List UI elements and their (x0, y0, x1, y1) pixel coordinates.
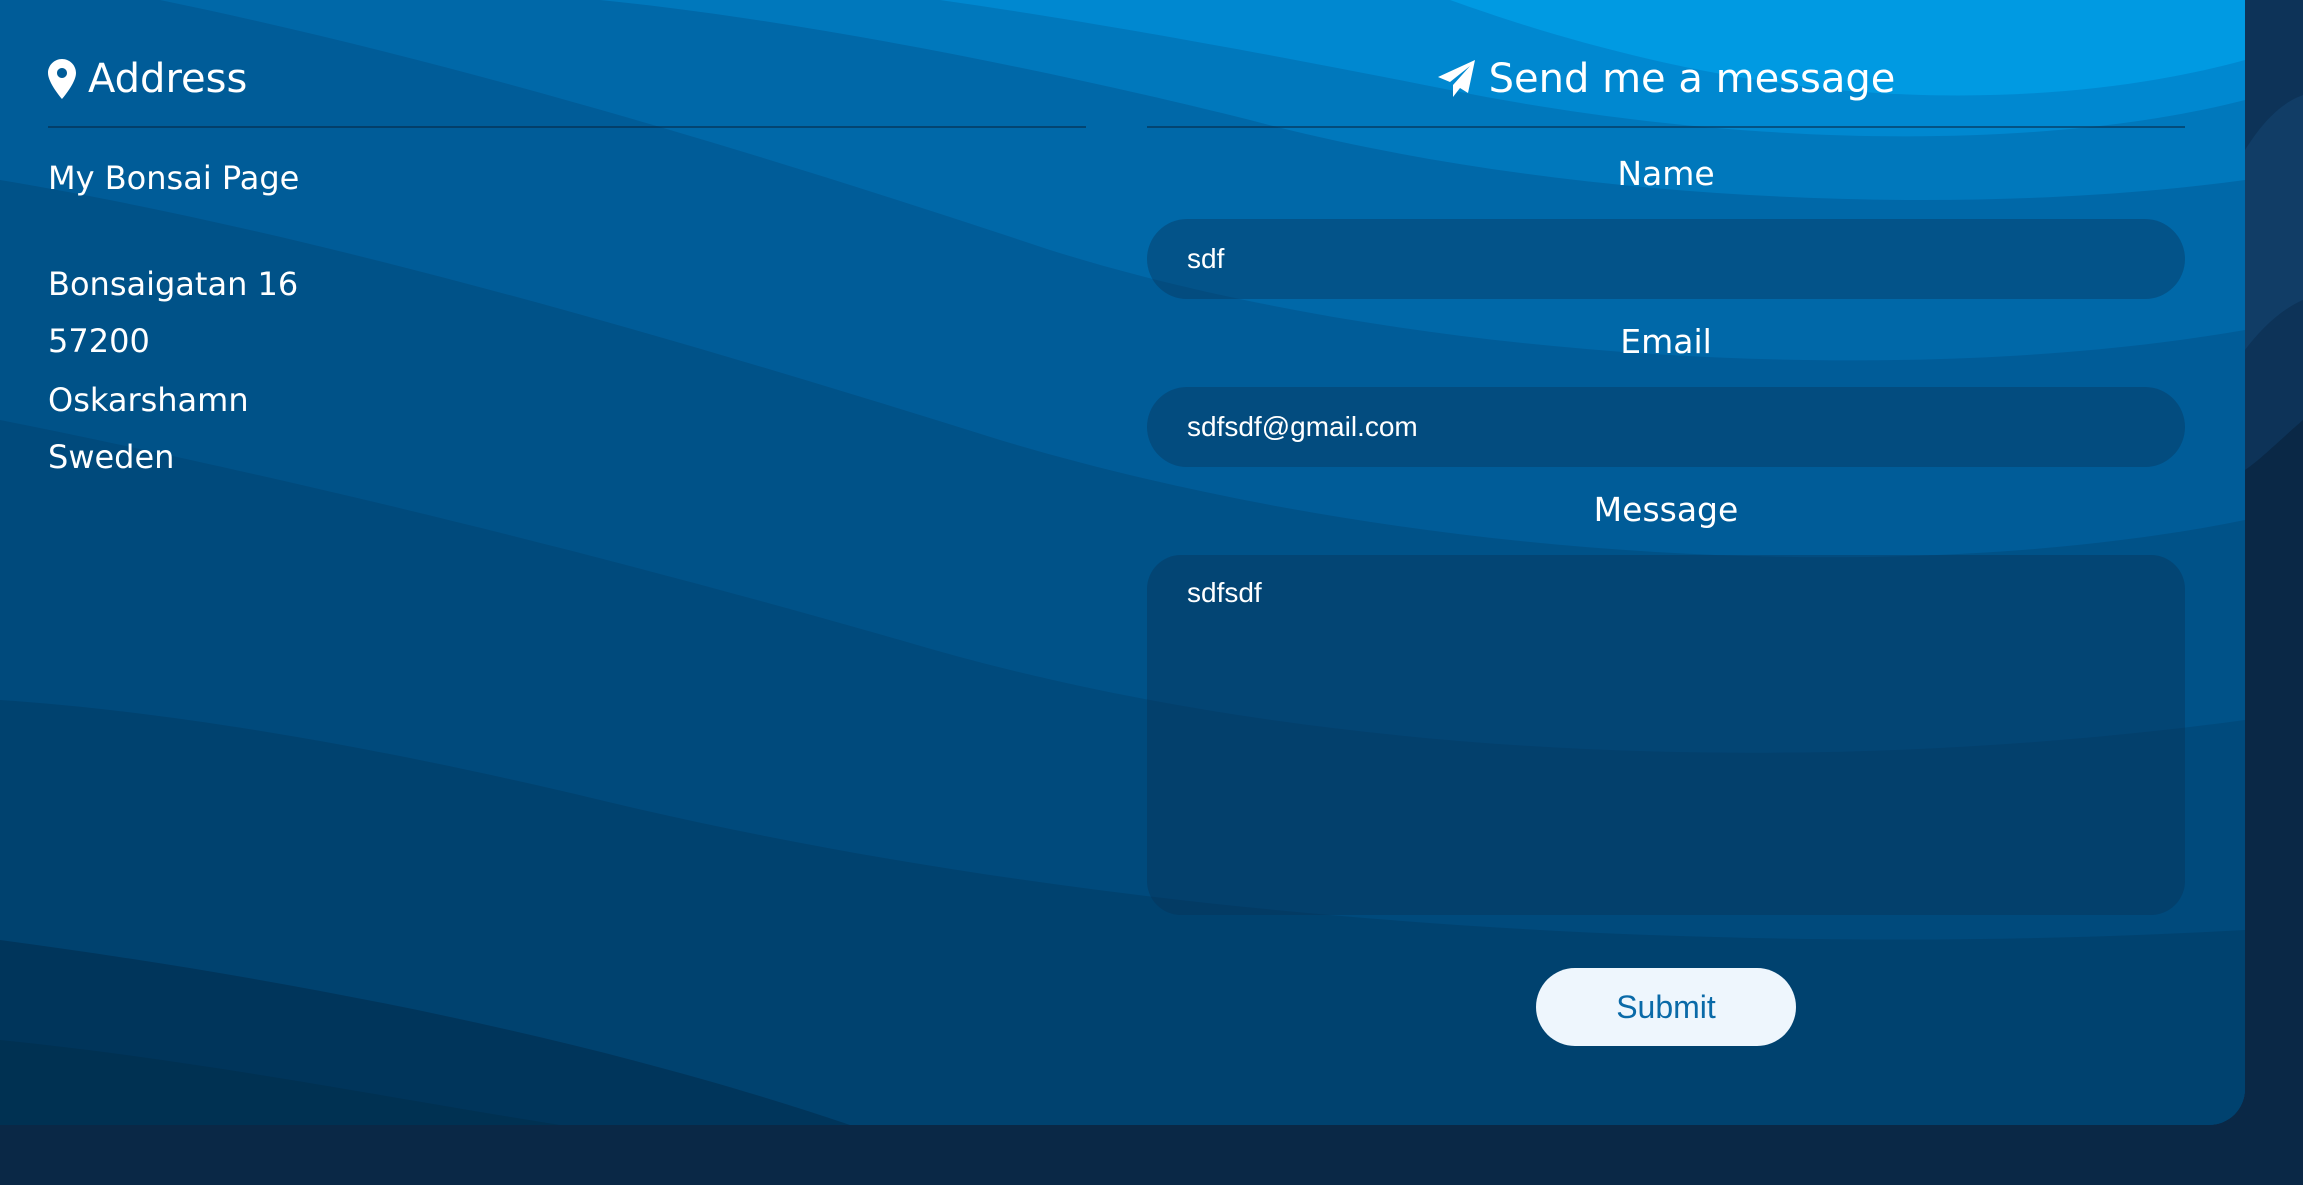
address-section: Address My Bonsai Page Bonsaigatan 16 57… (48, 50, 1086, 476)
address-heading-label: Address (88, 56, 248, 102)
name-label: Name (1617, 154, 1715, 193)
contact-card: Address My Bonsai Page Bonsaigatan 16 57… (0, 0, 2245, 1125)
paper-plane-icon (1437, 59, 1477, 99)
contact-form: Send me a message Name Email Message sdf… (1147, 50, 2185, 1046)
map-marker-icon (48, 59, 76, 99)
email-label: Email (1620, 322, 1712, 361)
contact-form-heading-label: Send me a message (1488, 56, 1896, 102)
name-input[interactable] (1147, 219, 2185, 299)
message-textarea[interactable]: sdfsdf (1147, 555, 2185, 915)
message-label: Message (1593, 490, 1739, 529)
address-line-city: Oskarshamn (48, 381, 249, 419)
address-line-street: Bonsaigatan 16 (48, 265, 299, 303)
email-input[interactable] (1147, 387, 2185, 467)
address-line-country: Sweden (48, 438, 175, 476)
contact-form-heading: Send me a message (1147, 50, 2185, 128)
submit-button[interactable]: Submit (1536, 968, 1796, 1046)
address-line-postcode: 57200 (48, 322, 150, 360)
address-line-name: My Bonsai Page (48, 159, 300, 197)
address-heading: Address (48, 50, 1086, 128)
